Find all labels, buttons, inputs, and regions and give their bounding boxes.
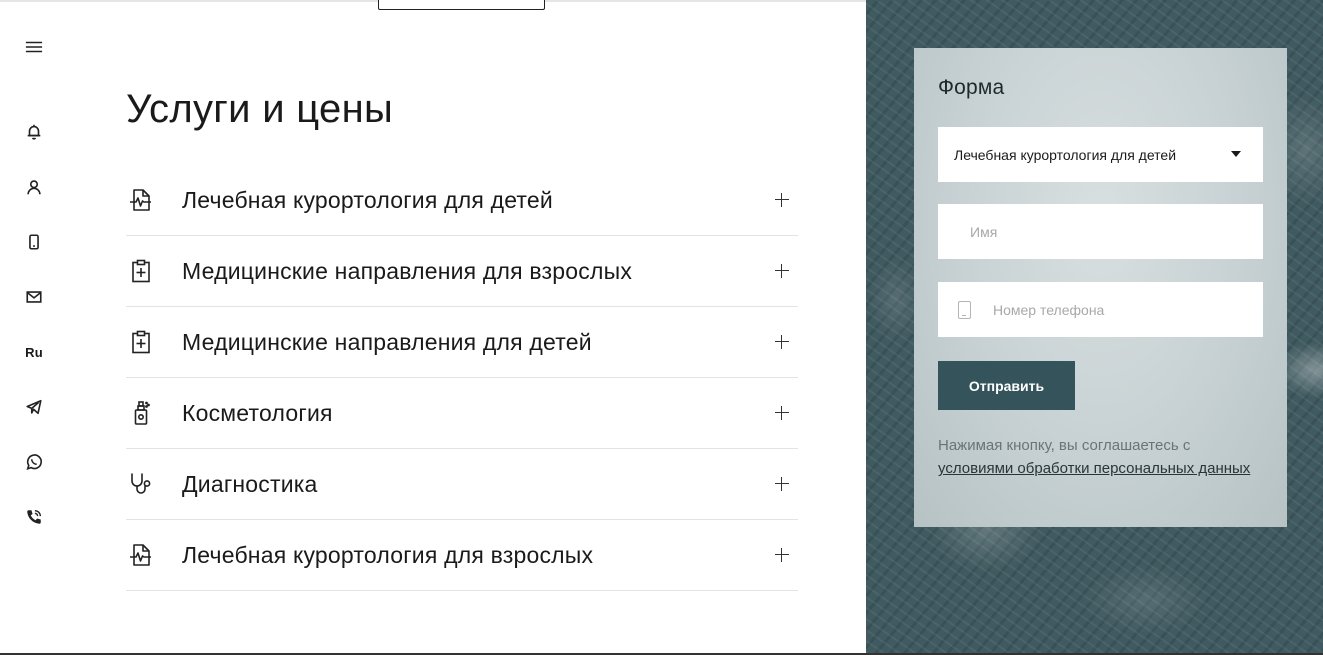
clipboard-plus-icon — [126, 307, 182, 378]
dropdown-caret-icon — [1231, 151, 1241, 157]
clipboard-plus-icon — [126, 236, 182, 307]
name-input[interactable] — [938, 204, 1263, 259]
service-item-label: Диагностика — [182, 470, 318, 497]
service-item-medical-adults[interactable]: Медицинские направления для взрослых — [126, 236, 798, 307]
mobile-phone-icon[interactable] — [22, 230, 46, 254]
top-tab[interactable] — [378, 0, 545, 10]
request-form: Форма Лечебная курортология для детей От… — [914, 48, 1287, 527]
phone-icon — [958, 301, 971, 319]
service-select-value: Лечебная курортология для детей — [954, 146, 1177, 163]
hamburger-menu-icon[interactable] — [22, 35, 46, 59]
expand-plus-icon[interactable] — [774, 405, 790, 421]
service-item-cosmetology[interactable]: Косметология — [126, 378, 798, 449]
name-field-wrapper — [938, 204, 1263, 259]
consent-prefix: Нажимая кнопку, вы соглашаетесь с — [938, 437, 1191, 454]
language-switcher[interactable]: Ru — [22, 340, 46, 364]
service-item-diagnostics[interactable]: Диагностика — [126, 449, 798, 520]
service-item-label: Лечебная курортология для взрослых — [182, 541, 594, 568]
service-item-label: Лечебная курортология для детей — [182, 186, 553, 213]
service-item-resort-children[interactable]: Лечебная курортология для детей — [126, 165, 798, 236]
service-item-label: Медицинские направления для детей — [182, 328, 592, 355]
service-item-resort-adults[interactable]: Лечебная курортология для взрослых — [126, 520, 798, 591]
service-item-label: Косметология — [182, 399, 333, 426]
user-icon[interactable] — [22, 175, 46, 199]
service-select[interactable]: Лечебная курортология для детей — [938, 127, 1263, 182]
stethoscope-icon — [126, 449, 182, 520]
expand-plus-icon[interactable] — [774, 192, 790, 208]
bell-icon[interactable] — [22, 120, 46, 144]
telegram-icon[interactable] — [22, 395, 46, 419]
phone-input[interactable] — [938, 282, 1263, 337]
service-item-label: Медицинские направления для взрослых — [182, 257, 633, 284]
services-list: Лечебная курортология для детей Медицинс… — [126, 165, 798, 591]
form-title: Форма — [938, 76, 1005, 99]
phone-call-icon[interactable] — [22, 505, 46, 529]
service-item-medical-children[interactable]: Медицинские направления для детей — [126, 307, 798, 378]
mail-icon[interactable] — [22, 285, 46, 309]
submit-button[interactable]: Отправить — [938, 361, 1075, 410]
page-title: Услуги и цены — [126, 87, 394, 131]
expand-plus-icon[interactable] — [774, 263, 790, 279]
expand-plus-icon[interactable] — [774, 334, 790, 350]
whatsapp-icon[interactable] — [22, 450, 46, 474]
spray-bottle-icon — [126, 378, 182, 449]
expand-plus-icon[interactable] — [774, 476, 790, 492]
phone-field-wrapper — [938, 282, 1263, 337]
privacy-policy-link[interactable]: условиями обработки персональных данных — [938, 460, 1250, 477]
medical-file-icon — [126, 520, 182, 591]
consent-text: Нажимая кнопку, вы соглашаетесь с услови… — [938, 434, 1268, 480]
side-rail: Ru — [0, 0, 70, 655]
medical-file-icon — [126, 165, 182, 236]
expand-plus-icon[interactable] — [774, 547, 790, 563]
